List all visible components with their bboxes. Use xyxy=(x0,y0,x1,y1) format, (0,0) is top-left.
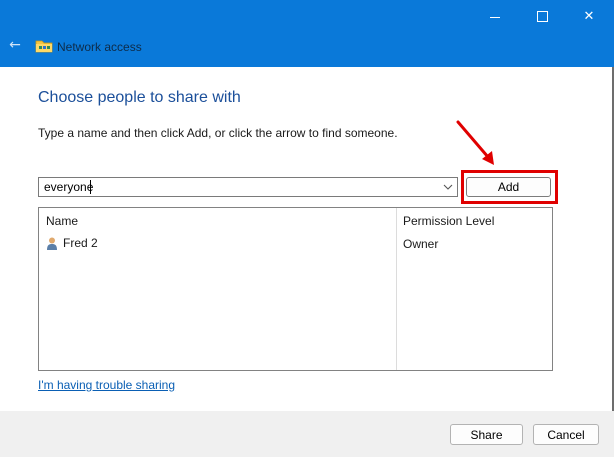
minimize-button[interactable] xyxy=(472,5,518,27)
name-combobox[interactable] xyxy=(38,177,458,197)
text-caret xyxy=(90,180,91,194)
annotation-arrow-icon xyxy=(456,120,494,165)
close-icon: ✕ xyxy=(583,8,595,24)
trouble-sharing-link[interactable]: I'm having trouble sharing xyxy=(38,378,175,392)
share-button[interactable]: Share xyxy=(450,424,523,445)
window-title: Network access xyxy=(57,40,142,54)
maximize-icon xyxy=(536,10,548,22)
page-heading: Choose people to share with xyxy=(38,89,241,106)
name-input[interactable] xyxy=(39,178,434,196)
chevron-down-icon xyxy=(443,184,453,190)
back-arrow-icon: ← xyxy=(9,37,21,53)
cancel-button[interactable]: Cancel xyxy=(533,424,599,445)
title-bar: ✕ ← Network access xyxy=(0,0,614,67)
instruction-text: Type a name and then click Add, or click… xyxy=(38,126,398,140)
close-button[interactable]: ✕ xyxy=(566,5,612,27)
column-divider[interactable] xyxy=(396,208,397,370)
minimize-icon xyxy=(490,16,500,18)
annotation-highlight-box xyxy=(461,170,558,204)
permission-level[interactable]: Owner xyxy=(403,237,438,251)
footer-bar: Share Cancel xyxy=(0,411,614,457)
column-header-name[interactable]: Name xyxy=(46,214,78,228)
column-header-permission[interactable]: Permission Level xyxy=(403,214,494,228)
people-list[interactable]: Name Permission Level Fred 2 Owner xyxy=(38,207,553,371)
network-share-folder-icon xyxy=(35,40,53,53)
user-name: Fred 2 xyxy=(63,236,98,250)
back-button[interactable]: ← xyxy=(6,36,24,54)
maximize-button[interactable] xyxy=(519,5,565,27)
list-item[interactable]: Fred 2 xyxy=(46,236,98,250)
user-icon xyxy=(47,237,57,250)
dropdown-arrow-button[interactable] xyxy=(441,180,455,194)
